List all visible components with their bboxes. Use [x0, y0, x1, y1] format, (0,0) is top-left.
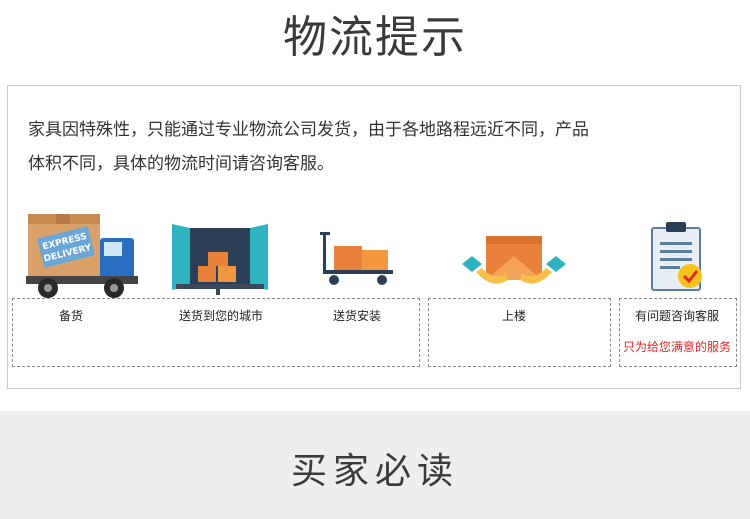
section-title-buyer-notice: 买家必读 [290, 451, 459, 492]
step-label-ship-to-city: 送货到您的城市 [178, 309, 264, 323]
step-label-upstairs: 上楼 [501, 309, 527, 323]
notice-text: 家具因特殊性，只能通过专业物流公司发货，由于各地路程远近不同，产品 体积不同，具… [28, 113, 728, 181]
step-label-customer-service: 有问题咨询客服 [634, 309, 720, 323]
notice-line-1: 家具因特殊性，只能通过专业物流公司发货，由于各地路程远近不同，产品 [28, 120, 589, 140]
step-label-prepare: 备货 [58, 309, 84, 323]
notice-line-2: 体积不同，具体的物流时间请咨询客服。 [28, 154, 334, 174]
hands-carrying-box-icon [462, 236, 566, 284]
delivery-truck-icon: EXPRESS DELIVERY [26, 214, 138, 298]
page-title: 物流提示 [283, 12, 467, 63]
checklist-clipboard-icon [651, 222, 702, 291]
step-label-delivery-install: 送货安装 [332, 309, 382, 323]
service-promise-text: 只为给您满意的服务 [622, 340, 732, 354]
hand-cart-icon [320, 232, 393, 285]
cargo-van-boxes-icon [172, 224, 268, 295]
